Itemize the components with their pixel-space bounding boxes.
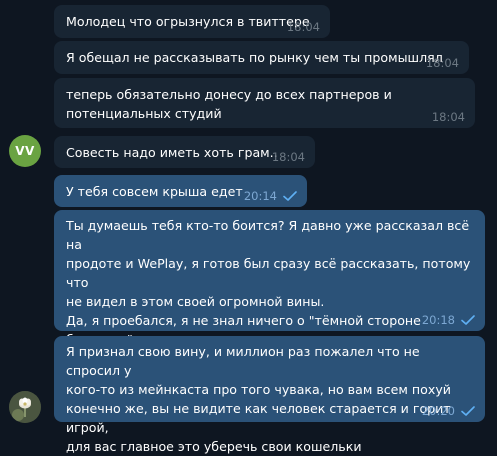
message-meta: 18:04 <box>287 20 320 34</box>
message-time: 20:14 <box>243 189 277 203</box>
message-meta: 20:14 <box>244 189 297 203</box>
message-text: теперь обязательно донесу до всех партне… <box>66 87 392 121</box>
message-meta: 20:18 <box>422 313 475 327</box>
message-text: Я признал свою вину, и миллион раз пожал… <box>66 344 451 454</box>
message-meta: 18:04 <box>426 56 459 70</box>
user-avatar[interactable] <box>9 391 41 423</box>
message-time: 18:04 <box>431 110 465 124</box>
message-meta: 20:20 <box>422 404 475 418</box>
message-text: Молодец что огрызнулся в твиттере <box>66 14 310 29</box>
message-meta: 18:04 <box>272 150 305 164</box>
outgoing-message[interactable]: У тебя совсем крыша едет 20:14 <box>54 175 307 207</box>
read-check-icon <box>461 315 475 325</box>
message-time: 18:04 <box>271 150 305 164</box>
incoming-message[interactable]: Совесть надо иметь хоть грам.. 18:04 <box>54 136 315 168</box>
message-time: 18:04 <box>286 20 320 34</box>
contact-avatar[interactable]: VV <box>9 135 41 167</box>
message-text: Совесть надо иметь хоть грам.. <box>66 145 278 160</box>
message-time: 20:18 <box>421 313 455 327</box>
message-text: Я обещал не рассказывать по рынку чем ты… <box>66 50 443 65</box>
contact-initials: VV <box>15 144 35 158</box>
flower-photo-icon <box>9 391 41 423</box>
read-check-icon <box>461 406 475 416</box>
outgoing-message[interactable]: Я признал свою вину, и миллион раз пожал… <box>54 336 485 454</box>
message-meta: 18:04 <box>432 110 465 124</box>
message-time: 18:04 <box>425 56 459 70</box>
read-check-icon <box>283 191 297 201</box>
incoming-message[interactable]: теперь обязательно донесу до всех партне… <box>54 78 475 128</box>
outgoing-message[interactable]: Ты думаешь тебя кто-то боится? Я давно у… <box>54 210 485 404</box>
incoming-message[interactable]: Молодец что огрызнулся в твиттере 18:04 <box>54 5 330 38</box>
incoming-message[interactable]: Я обещал не рассказывать по рынку чем ты… <box>54 41 469 74</box>
message-time: 20:20 <box>421 404 455 418</box>
